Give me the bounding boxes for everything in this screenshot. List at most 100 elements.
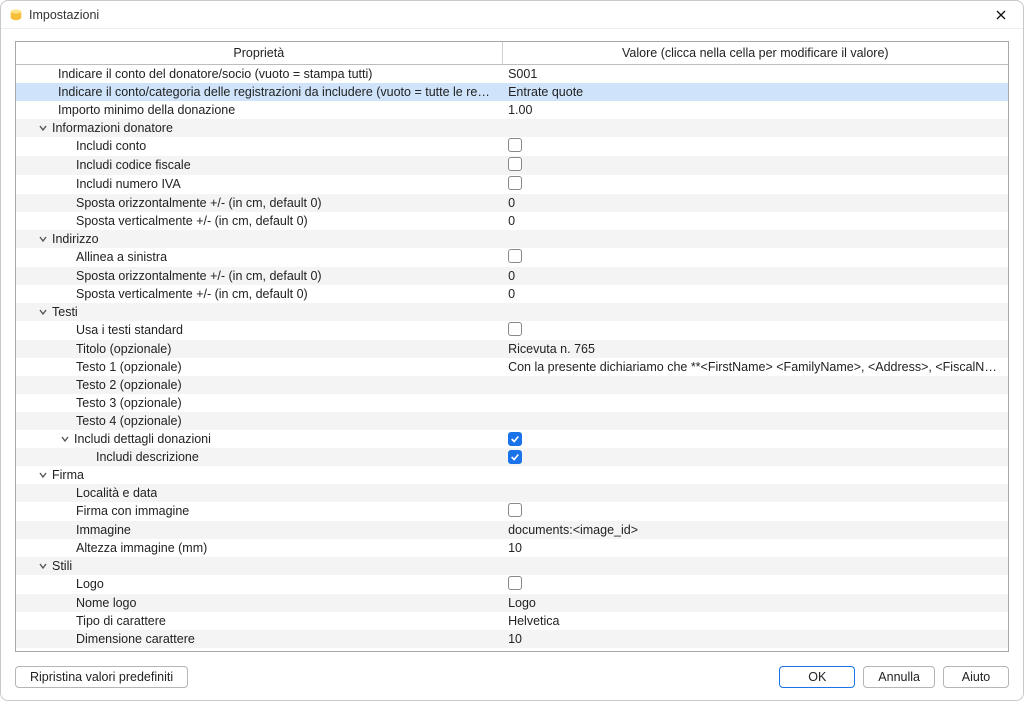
property-label-cell[interactable]: Importo minimo della donazione [16,101,502,119]
property-label-cell[interactable]: Testo 1 (opzionale) [16,358,502,376]
property-row[interactable]: Informazioni donatore [16,119,1008,137]
property-value-cell[interactable]: Logo [502,594,1008,612]
property-row[interactable]: Testo 4 (opzionale) [16,412,1008,430]
chevron-down-icon[interactable] [36,559,50,573]
property-row[interactable]: Testo 2 (opzionale) [16,376,1008,394]
property-value-cell[interactable] [502,321,1008,340]
checkbox[interactable] [508,432,522,446]
checkbox[interactable] [508,503,522,517]
property-value-cell[interactable] [502,502,1008,521]
property-row[interactable]: Firma [16,466,1008,484]
checkbox[interactable] [508,138,522,152]
checkbox[interactable] [508,450,522,464]
property-row[interactable]: Includi conto [16,137,1008,156]
help-button[interactable]: Aiuto [943,666,1009,688]
property-value-cell[interactable] [502,484,1008,502]
property-row[interactable]: Testo 3 (opzionale) [16,394,1008,412]
property-label-cell[interactable]: Includi descrizione [16,448,502,466]
property-label-cell[interactable]: Nome logo [16,594,502,612]
property-row[interactable]: Dimensione carattere10 [16,630,1008,648]
property-value-cell[interactable]: 0 [502,194,1008,212]
property-label-cell[interactable]: Includi codice fiscale [16,156,502,174]
checkbox[interactable] [508,249,522,263]
header-property[interactable]: Proprietà [16,42,502,65]
property-row[interactable]: Testo 1 (opzionale)Con la presente dichi… [16,358,1008,376]
property-label-cell[interactable]: Sposta orizzontalmente +/- (in cm, defau… [16,194,502,212]
property-value-cell[interactable]: 0 [502,212,1008,230]
chevron-down-icon[interactable] [36,232,50,246]
property-row[interactable]: Tipo di carattereHelvetica [16,612,1008,630]
property-row[interactable]: Logo [16,575,1008,594]
property-value-cell[interactable] [502,119,1008,137]
property-row[interactable]: Sposta verticalmente +/- (in cm, default… [16,212,1008,230]
property-value-cell[interactable]: Ricevuta n. 765 [502,340,1008,358]
property-row[interactable]: Nome logoLogo [16,594,1008,612]
property-label-cell[interactable]: Indicare il conto/categoria delle regist… [16,83,502,101]
property-label-cell[interactable]: Firma [16,466,502,484]
close-button[interactable] [985,4,1017,26]
property-row[interactable]: Indirizzo [16,230,1008,248]
property-label-cell[interactable]: Testo 3 (opzionale) [16,394,502,412]
checkbox[interactable] [508,176,522,190]
property-label-cell[interactable]: Testi [16,303,502,321]
property-value-cell[interactable] [502,376,1008,394]
property-value-cell[interactable] [502,412,1008,430]
property-label-cell[interactable]: Località e data [16,484,502,502]
property-label-cell[interactable]: Usa i testi standard [16,321,502,339]
property-label-cell[interactable]: Includi conto [16,137,502,155]
property-row[interactable]: Altezza immagine (mm)10 [16,539,1008,557]
chevron-down-icon[interactable] [36,305,50,319]
property-row[interactable]: Includi numero IVA [16,175,1008,194]
checkbox[interactable] [508,157,522,171]
property-row[interactable]: Testi [16,303,1008,321]
property-value-cell[interactable]: documents:<image_id> [502,521,1008,539]
property-label-cell[interactable]: Includi dettagli donazioni [16,430,502,448]
property-value-cell[interactable] [502,248,1008,267]
property-row[interactable]: Sposta orizzontalmente +/- (in cm, defau… [16,194,1008,212]
header-value[interactable]: Valore (clicca nella cella per modificar… [502,42,1008,65]
property-value-cell[interactable] [502,448,1008,466]
property-label-cell[interactable]: Logo [16,575,502,593]
checkbox[interactable] [508,322,522,336]
property-value-cell[interactable] [502,394,1008,412]
property-label-cell[interactable]: Dimensione carattere [16,630,502,648]
property-row[interactable]: Titolo (opzionale)Ricevuta n. 765 [16,340,1008,358]
property-row[interactable]: Sposta verticalmente +/- (in cm, default… [16,285,1008,303]
property-label-cell[interactable]: Indicare il conto del donatore/socio (vu… [16,65,502,83]
property-label-cell[interactable]: Sposta orizzontalmente +/- (in cm, defau… [16,267,502,285]
property-value-cell[interactable]: S001 [502,65,1008,84]
property-value-cell[interactable] [502,137,1008,156]
property-value-cell[interactable] [502,575,1008,594]
property-value-cell[interactable] [502,230,1008,248]
property-label-cell[interactable]: Sposta verticalmente +/- (in cm, default… [16,212,502,230]
chevron-down-icon[interactable] [36,468,50,482]
property-row[interactable]: Sposta orizzontalmente +/- (in cm, defau… [16,267,1008,285]
property-value-cell[interactable]: 10 [502,539,1008,557]
chevron-down-icon[interactable] [58,432,72,446]
property-row[interactable]: Importo minimo della donazione1.00 [16,101,1008,119]
property-label-cell[interactable]: Tipo di carattere [16,612,502,630]
property-row[interactable]: Firma con immagine [16,502,1008,521]
property-label-cell[interactable]: Titolo (opzionale) [16,340,502,358]
ok-button[interactable]: OK [779,666,855,688]
property-row[interactable]: Includi descrizione [16,448,1008,466]
chevron-down-icon[interactable] [36,121,50,135]
property-row[interactable]: Stili [16,557,1008,575]
property-value-cell[interactable] [502,175,1008,194]
property-value-cell[interactable] [502,466,1008,484]
property-label-cell[interactable]: Altezza immagine (mm) [16,539,502,557]
property-label-cell[interactable]: Informazioni donatore [16,119,502,137]
property-row[interactable]: Includi dettagli donazioni [16,430,1008,448]
property-row[interactable]: Includi codice fiscale [16,156,1008,175]
property-row[interactable]: Indicare il conto/categoria delle regist… [16,83,1008,101]
property-value-cell[interactable] [502,557,1008,575]
property-label-cell[interactable]: Testo 2 (opzionale) [16,376,502,394]
property-value-cell[interactable]: 1.00 [502,101,1008,119]
property-value-cell[interactable] [502,156,1008,175]
checkbox[interactable] [508,576,522,590]
property-row[interactable]: Usa i testi standard [16,321,1008,340]
property-value-cell[interactable]: 0 [502,285,1008,303]
property-row[interactable]: Allinea a sinistra [16,248,1008,267]
cancel-button[interactable]: Annulla [863,666,935,688]
property-value-cell[interactable]: Helvetica [502,612,1008,630]
